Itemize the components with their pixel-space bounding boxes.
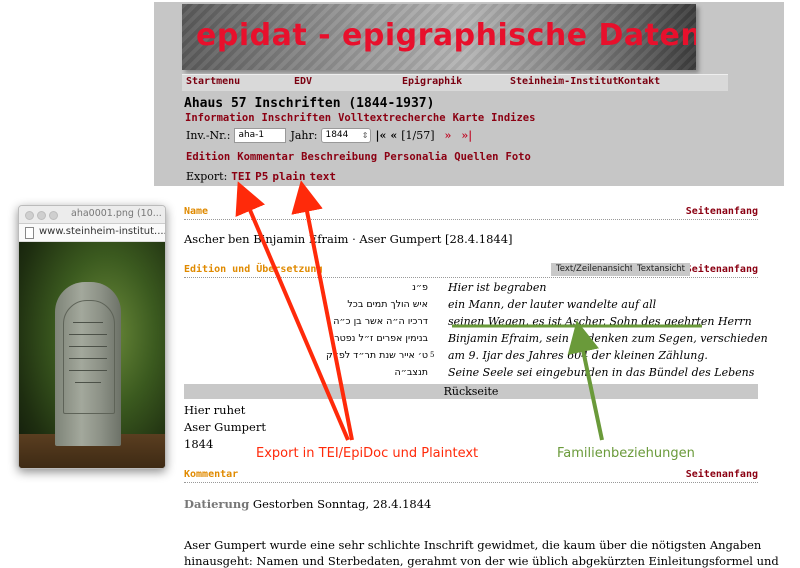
window-title: aha0001.png (10... [71,208,162,219]
export-annotation: Export in TEI/EpiDoc und Plaintext [256,446,479,461]
link-beschreibung[interactable]: Beschreibung [301,151,377,163]
export-p5-link[interactable]: P5 [255,170,268,183]
rueckseite-line: Hier ruhet [184,403,246,417]
link-foto[interactable]: Foto [506,151,531,163]
link-volltextrecherche[interactable]: Volltextrecherche [338,112,445,124]
hebrew-text: בנימין אפרים ז״ל נפטר [334,333,428,344]
comment-line: Aser Gumpert wurde eine sehr schlichte I… [184,538,762,552]
german-translation: ein Mann, der lauter wandelte auf all [448,298,657,311]
record-navigator: Inv.-Nr.: aha-1 Jahr: 1844 |« « [1/57] »… [186,128,472,143]
zoom-icon[interactable] [49,211,58,220]
seitenanfang-link[interactable]: Seitenanfang [686,206,758,217]
rueckseite-line: Aser Gumpert [184,420,266,434]
hebrew-text: דרכיו ה״ה אשר בן כ״ה [333,316,428,327]
inscription-line: פ״נ Hier ist begraben [184,280,758,297]
kommentar-section-title: Kommentar [184,469,239,480]
inscription-line: דרכיו ה״ה אשר בן כ״ה seinen Wegen, es is… [184,314,758,331]
link-inschriften[interactable]: Inschriften [262,112,332,124]
inv-label: Inv.-Nr.: [186,129,231,142]
year-label: Jahr: [290,129,318,142]
gravestone [55,282,121,446]
image-preview-window[interactable]: aha0001.png (10... www.steinheim-institu… [18,205,166,469]
year-select[interactable]: 1844 [321,128,372,143]
url-text: www.steinheim-institut.... [39,226,166,237]
export-tei-link[interactable]: TEI [231,170,251,183]
engraving-line [73,322,103,323]
inscription-line: ט׳ אייר שנת תר״ד לפ״ק 5 am 9. Ijar des J… [184,348,758,365]
hebrew-text: ט׳ אייר שנת תר״ד לפ״ק [325,350,428,361]
export-label: Export: [186,170,228,183]
engraving-line [69,334,107,335]
close-icon[interactable] [25,211,34,220]
family-annotation: Familienbeziehungen [557,446,695,461]
german-translation: seinen Wegen, es ist Ascher, Sohn des ge… [448,315,752,328]
rueckseite-bar: Rückseite [184,384,758,399]
datierung-text: Gestorben Sonntag, 28.4.1844 [252,497,432,511]
main-nav: Startmenu EDV Epigraphik Steinheim-Insti… [182,74,728,91]
link-information[interactable]: Information [185,112,255,124]
last-record-button[interactable]: »| [461,129,472,142]
hebrew-text: איש הולך תמים בכל [347,299,428,310]
page-title: Ahaus 57 Inschriften (1844-1937) [184,96,435,111]
link-indizes[interactable]: Indizes [491,112,535,124]
datierung: Datierung Gestorben Sonntag, 28.4.1844 [184,497,431,511]
german-translation: Binjamin Efraim, sein Andenken zum Segen… [448,332,768,345]
german-translation: am 9. Ijar des Jahres 604 der kleinen Zä… [448,349,708,362]
hebrew-text: פ״נ [412,282,428,293]
seitenanfang-link[interactable]: Seitenanfang [686,469,758,480]
export-plain-link[interactable]: plain [272,170,305,183]
person-name: Ascher ben Binjamin Efraim · Aser Gumper… [184,232,513,246]
link-personalia[interactable]: Personalia [384,151,447,163]
comment-line: hinausgeht: Namen und Sterbedaten, gerah… [184,554,779,568]
german-translation: Hier ist begraben [448,281,547,294]
banner-title: epidat - epigraphische Datenbank [196,18,696,53]
gravestone-photo [19,242,165,468]
name-section-header: Name Seitenanfang [184,205,758,220]
record-nav: Edition Kommentar Beschreibung Personalia Qu… [186,151,538,163]
kommentar-section-header: Kommentar Seitenanfang [184,468,758,483]
inscription-line: בנימין אפרים ז״ל נפטר Binjamin Efraim, s… [184,331,768,348]
tab-textansicht[interactable]: Textansicht [632,263,690,276]
nav-startmenu[interactable]: Startmenu [186,76,240,87]
inv-input[interactable]: aha-1 [234,128,287,143]
engraving-line [69,370,107,371]
prev-record-button[interactable]: « [390,129,397,142]
url-bar[interactable]: www.steinheim-institut.... [19,224,165,242]
datierung-label: Datierung [184,497,250,511]
line-number: 5 [430,351,435,359]
stone-frame [63,300,115,414]
link-quellen[interactable]: Quellen [454,151,498,163]
nav-edv[interactable]: EDV [294,76,312,87]
window-titlebar[interactable]: aha0001.png (10... [19,206,165,224]
minimize-icon[interactable] [37,211,46,220]
rueckseite-line: 1844 [184,437,214,451]
german-translation: Seine Seele sei eingebunden in das Bünde… [448,366,755,379]
nav-epigraphik[interactable]: Epigraphik [402,76,462,87]
tab-zeilenansicht[interactable]: Text/Zeilenansicht [551,263,639,276]
link-edition[interactable]: Edition [186,151,230,163]
seitenanfang-link[interactable]: Seitenanfang [686,264,758,275]
inscription-line: איש הולך תמים בכל ein Mann, der lauter w… [184,297,758,314]
link-karte[interactable]: Karte [453,112,485,124]
edition-section-title: Edition und Übersetzung [184,264,323,275]
name-section-title: Name [184,206,209,217]
engraving-line [69,358,107,359]
engraving-line [69,346,107,347]
document-icon [25,227,34,239]
hebrew-text: תנצב״ה [394,367,428,378]
inscription-line: תנצב״ה Seine Seele sei eingebunden in da… [184,365,758,382]
section-nav: Information Inschriften Volltextrecherche K… [185,112,542,124]
site-banner: epidat - epigraphische Datenbank [182,4,696,70]
next-record-button[interactable]: » [445,129,452,142]
link-kommentar[interactable]: Kommentar [237,151,294,163]
export-row: Export: TEI P5 plain text [186,170,336,183]
record-counter: [1/57] [401,129,435,142]
nav-steinheim[interactable]: Steinheim-Institut [510,76,618,87]
first-record-button[interactable]: |« [375,129,386,142]
nav-kontakt[interactable]: Kontakt [618,76,660,87]
engraving-line [75,382,101,383]
export-text-link[interactable]: text [310,170,337,183]
